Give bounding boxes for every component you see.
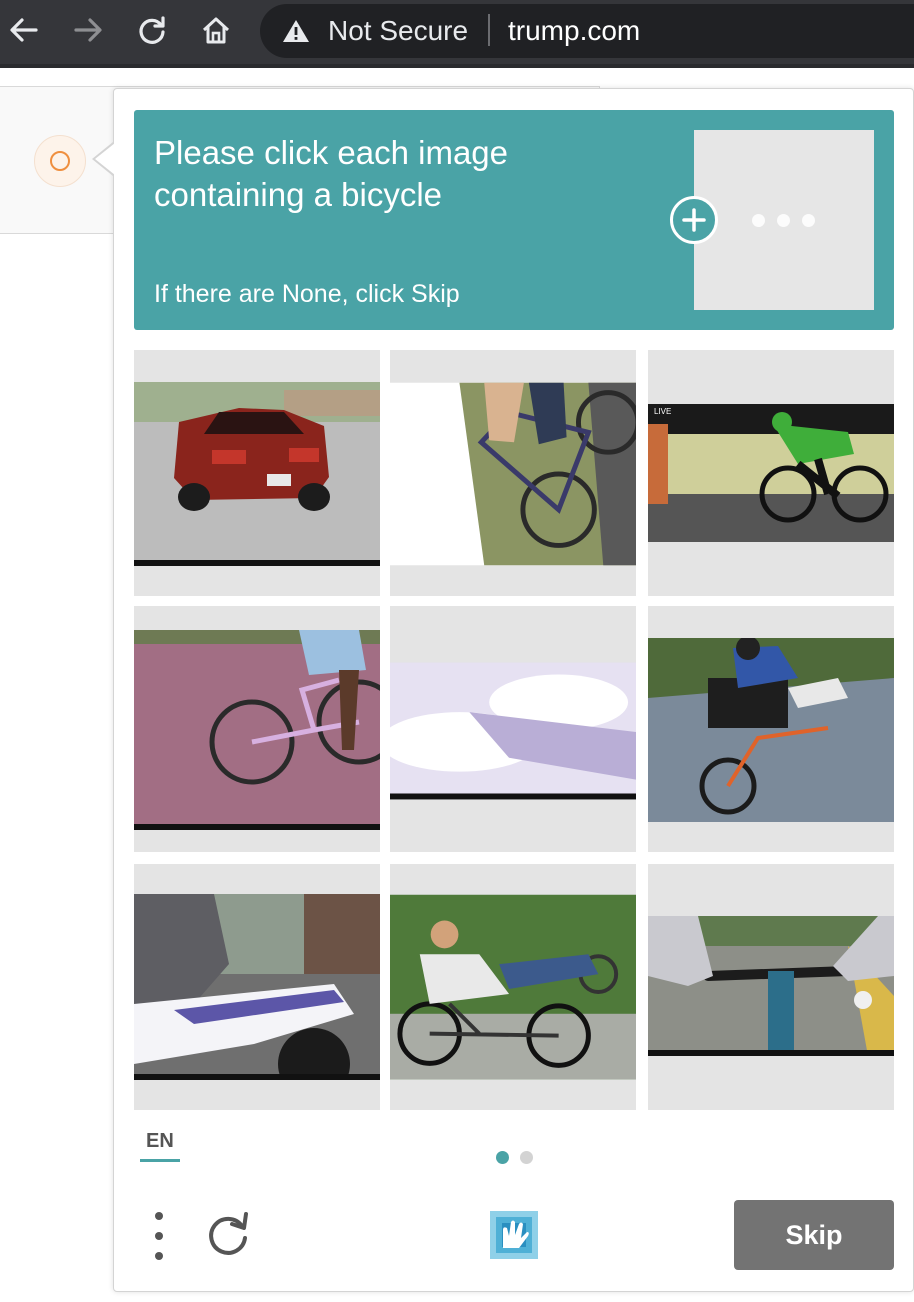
car-image [134,382,380,566]
warning-icon [282,18,310,49]
race-broadcast-image: LIVE [648,404,894,542]
handlebar-image [648,916,894,1056]
image-tile-5[interactable] [390,606,636,852]
menu-dot-icon [155,1212,163,1220]
hcaptcha-logo-icon [481,1202,547,1268]
url-divider [488,14,490,46]
airplane-wing-image [390,662,636,800]
popup-pointer-inner [95,143,115,175]
image-tile-9[interactable] [648,864,894,1110]
refresh-icon [209,1212,248,1255]
more-options-button[interactable] [146,1208,172,1264]
image-tile-8[interactable] [390,864,636,1110]
expand-example-button[interactable] [670,196,718,244]
home-button[interactable] [198,12,234,48]
image-tile-2[interactable] [390,350,636,596]
purple-bicycle-image [134,630,380,830]
back-arrow-icon [10,18,38,42]
language-underline [140,1159,180,1162]
reload-icon [139,16,165,44]
plus-icon [682,208,706,232]
refresh-challenge-button[interactable] [202,1208,254,1260]
challenge-prompt-text: Please click each image containing a bic… [154,134,509,213]
motorcycle-image [134,894,380,1080]
menu-dot-icon [155,1232,163,1240]
security-label[interactable]: Not Secure [328,14,468,48]
image-tile-4[interactable] [134,606,380,852]
forward-arrow-icon [74,18,102,42]
toolbar-divider [0,64,914,68]
svg-text:LIVE: LIVE [654,407,671,416]
language-selector[interactable]: EN [146,1130,174,1153]
image-tile-1[interactable] [134,350,380,596]
cyclist-image [390,382,636,566]
recumbent-bicycle-image [390,894,636,1080]
image-tile-7[interactable] [134,864,380,1110]
menu-dot-icon [155,1252,163,1260]
skip-button[interactable]: Skip [734,1200,894,1270]
page-dot-inactive [520,1151,533,1164]
back-button[interactable] [6,12,42,48]
image-tile-3[interactable]: LIVE [648,350,894,596]
forward-button[interactable] [70,12,106,48]
page-indicator [496,1151,533,1164]
home-icon [202,17,230,44]
loading-dots [752,214,815,227]
image-tile-6[interactable] [648,606,894,852]
page-dot-active [496,1151,509,1164]
checkbox-circle-icon [50,151,70,171]
challenge-instruction: If there are None, click Skip [154,280,460,308]
url-text[interactable]: trump.com [508,14,640,48]
recumbent-trike-image [648,638,894,822]
reload-button[interactable] [134,12,170,48]
